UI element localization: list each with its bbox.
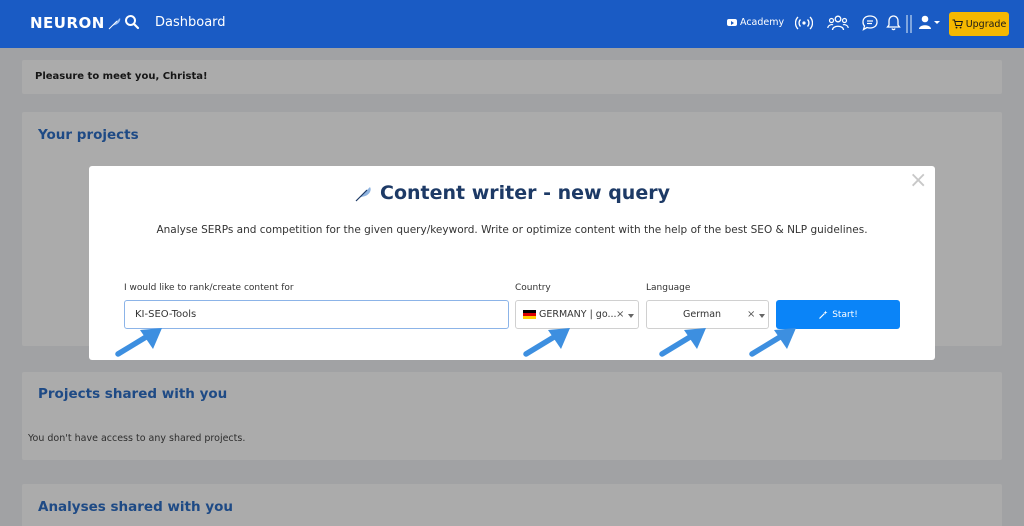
language-clear-icon[interactable]: × bbox=[747, 309, 755, 320]
modal-description: Analyse SERPs and competition for the gi… bbox=[156, 224, 868, 236]
users-icon[interactable] bbox=[827, 14, 849, 32]
page-title: Dashboard bbox=[155, 15, 226, 30]
divider-icon bbox=[906, 15, 912, 33]
feather-icon bbox=[355, 187, 371, 202]
query-input[interactable] bbox=[124, 300, 509, 329]
academy-label: Academy bbox=[740, 17, 785, 28]
modal-title-text: Content writer - new query bbox=[380, 182, 670, 204]
search-icon[interactable] bbox=[124, 14, 140, 30]
neuron-logo[interactable]: NEURON bbox=[30, 14, 123, 32]
chat-icon[interactable] bbox=[861, 14, 879, 32]
arrow-annotation-start bbox=[749, 328, 796, 357]
arrow-annotation-query bbox=[115, 328, 162, 357]
logo-text: NEURON bbox=[30, 14, 105, 32]
new-query-modal: × Content writer - new query Analyse SER… bbox=[89, 166, 935, 360]
arrow-annotation-country bbox=[523, 328, 570, 357]
youtube-icon bbox=[727, 19, 737, 26]
upgrade-label: Upgrade bbox=[965, 18, 1007, 30]
country-label: Country bbox=[515, 283, 551, 293]
feather-icon bbox=[108, 18, 121, 30]
country-clear-icon[interactable]: × bbox=[616, 309, 624, 320]
bell-icon[interactable] bbox=[886, 14, 901, 32]
language-label: Language bbox=[646, 283, 691, 293]
arrow-annotation-language bbox=[659, 328, 706, 357]
magic-wand-icon bbox=[819, 310, 828, 319]
germany-flag-icon bbox=[523, 310, 536, 319]
language-value: German bbox=[683, 309, 722, 320]
cart-icon bbox=[952, 19, 963, 29]
country-value: GERMANY | go... bbox=[539, 309, 617, 320]
query-label: I would like to rank/create content for bbox=[124, 283, 294, 293]
start-label: Start! bbox=[832, 309, 858, 320]
modal-title: Content writer - new query bbox=[89, 182, 935, 204]
top-navbar: NEURON Dashboard Academy Upgrade bbox=[0, 0, 1024, 48]
language-chevron-down-icon[interactable] bbox=[759, 314, 765, 318]
broadcast-icon[interactable] bbox=[795, 14, 813, 32]
academy-link[interactable]: Academy bbox=[727, 17, 784, 28]
user-icon[interactable] bbox=[918, 14, 942, 32]
upgrade-button[interactable]: Upgrade bbox=[949, 12, 1009, 36]
country-chevron-down-icon[interactable] bbox=[628, 314, 634, 318]
